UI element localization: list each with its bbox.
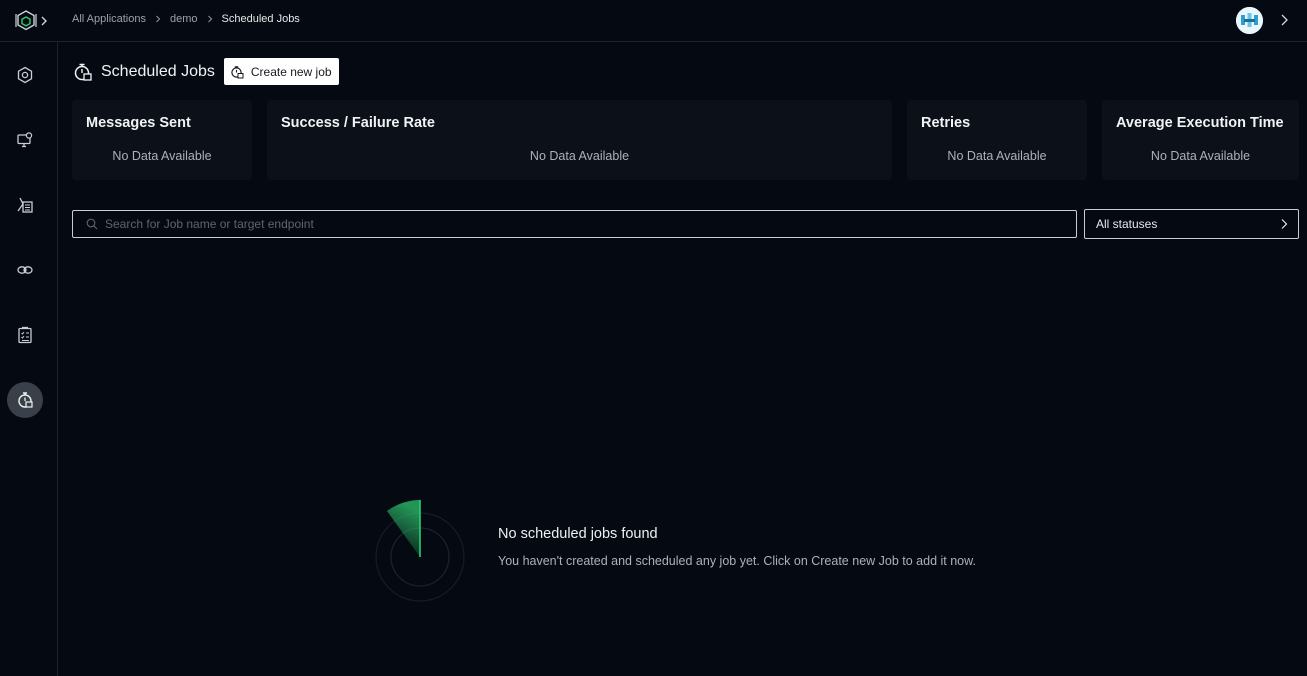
sidebar-item-documents[interactable]: [7, 187, 43, 223]
stat-card-title: Success / Failure Rate: [281, 115, 435, 131]
avatar-icon[interactable]: [1236, 7, 1263, 34]
sidebar-item-cube[interactable]: [7, 57, 43, 93]
breadcrumb-scheduled-jobs: Scheduled Jobs: [221, 13, 300, 25]
monitor-gear-icon: [17, 132, 33, 148]
top-bar: All Applications demo Scheduled Jobs: [0, 0, 1307, 42]
search-input[interactable]: [98, 211, 1076, 237]
app-logo-icon[interactable]: [14, 8, 52, 34]
stat-card-value: No Data Available: [947, 149, 1047, 163]
search-box: [72, 210, 1077, 238]
stat-card-retries: Retries No Data Available: [907, 100, 1087, 180]
search-icon: [86, 218, 98, 230]
empty-state: No scheduled jobs found You haven't crea…: [363, 497, 1063, 617]
stat-card-title: Retries: [921, 115, 971, 131]
status-filter-value: All statuses: [1096, 217, 1158, 231]
links-icon: [17, 266, 33, 274]
sidebar-item-monitor[interactable]: [7, 122, 43, 158]
stopwatch-icon: [231, 65, 244, 78]
cube-hex-icon: [17, 66, 33, 84]
sidebar-item-scheduled-jobs[interactable]: [7, 382, 43, 418]
create-new-job-button[interactable]: Create new job: [223, 58, 339, 85]
stopwatch-icon: [74, 63, 92, 81]
stat-card-messages-sent: Messages Sent No Data Available: [72, 100, 252, 180]
breadcrumb-all-applications[interactable]: All Applications: [72, 13, 146, 25]
chevron-right-icon[interactable]: [1277, 13, 1291, 27]
create-new-job-label: Create new job: [250, 64, 332, 79]
stopwatch-icon: [18, 392, 33, 408]
empty-state-title: No scheduled jobs found: [498, 526, 658, 542]
status-filter-select[interactable]: All statuses: [1084, 209, 1299, 239]
stat-card-value: No Data Available: [112, 149, 212, 163]
breadcrumb-demo[interactable]: demo: [170, 13, 198, 25]
stat-card-title: Messages Sent: [86, 115, 191, 131]
document-list-icon: [17, 197, 33, 213]
breadcrumb: All Applications demo Scheduled Jobs: [72, 13, 300, 25]
chevron-right-icon: [154, 15, 162, 23]
stat-card-average-execution-time: Average Execution Time No Data Available: [1102, 100, 1299, 180]
stat-card-title: Average Execution Time: [1116, 115, 1284, 131]
sidebar-item-checklist[interactable]: [7, 317, 43, 353]
page-header: Scheduled Jobs Create new job: [73, 58, 339, 85]
sidebar-item-links[interactable]: [7, 252, 43, 288]
page-title: Scheduled Jobs: [101, 62, 215, 80]
main-content: Scheduled Jobs Create new job Messages S…: [58, 42, 1307, 676]
sidebar: [0, 42, 58, 676]
clipboard-checklist-icon: [18, 326, 32, 344]
stat-card-value: No Data Available: [529, 149, 630, 163]
stat-card-value: No Data Available: [1150, 149, 1251, 163]
radar-icon: [375, 500, 465, 602]
chevron-right-icon: [206, 15, 214, 23]
stat-card-success-failure-rate: Success / Failure Rate No Data Available: [267, 100, 892, 180]
empty-state-description: You haven't created and scheduled any jo…: [498, 554, 976, 568]
chevron-right-icon: [1281, 219, 1288, 229]
